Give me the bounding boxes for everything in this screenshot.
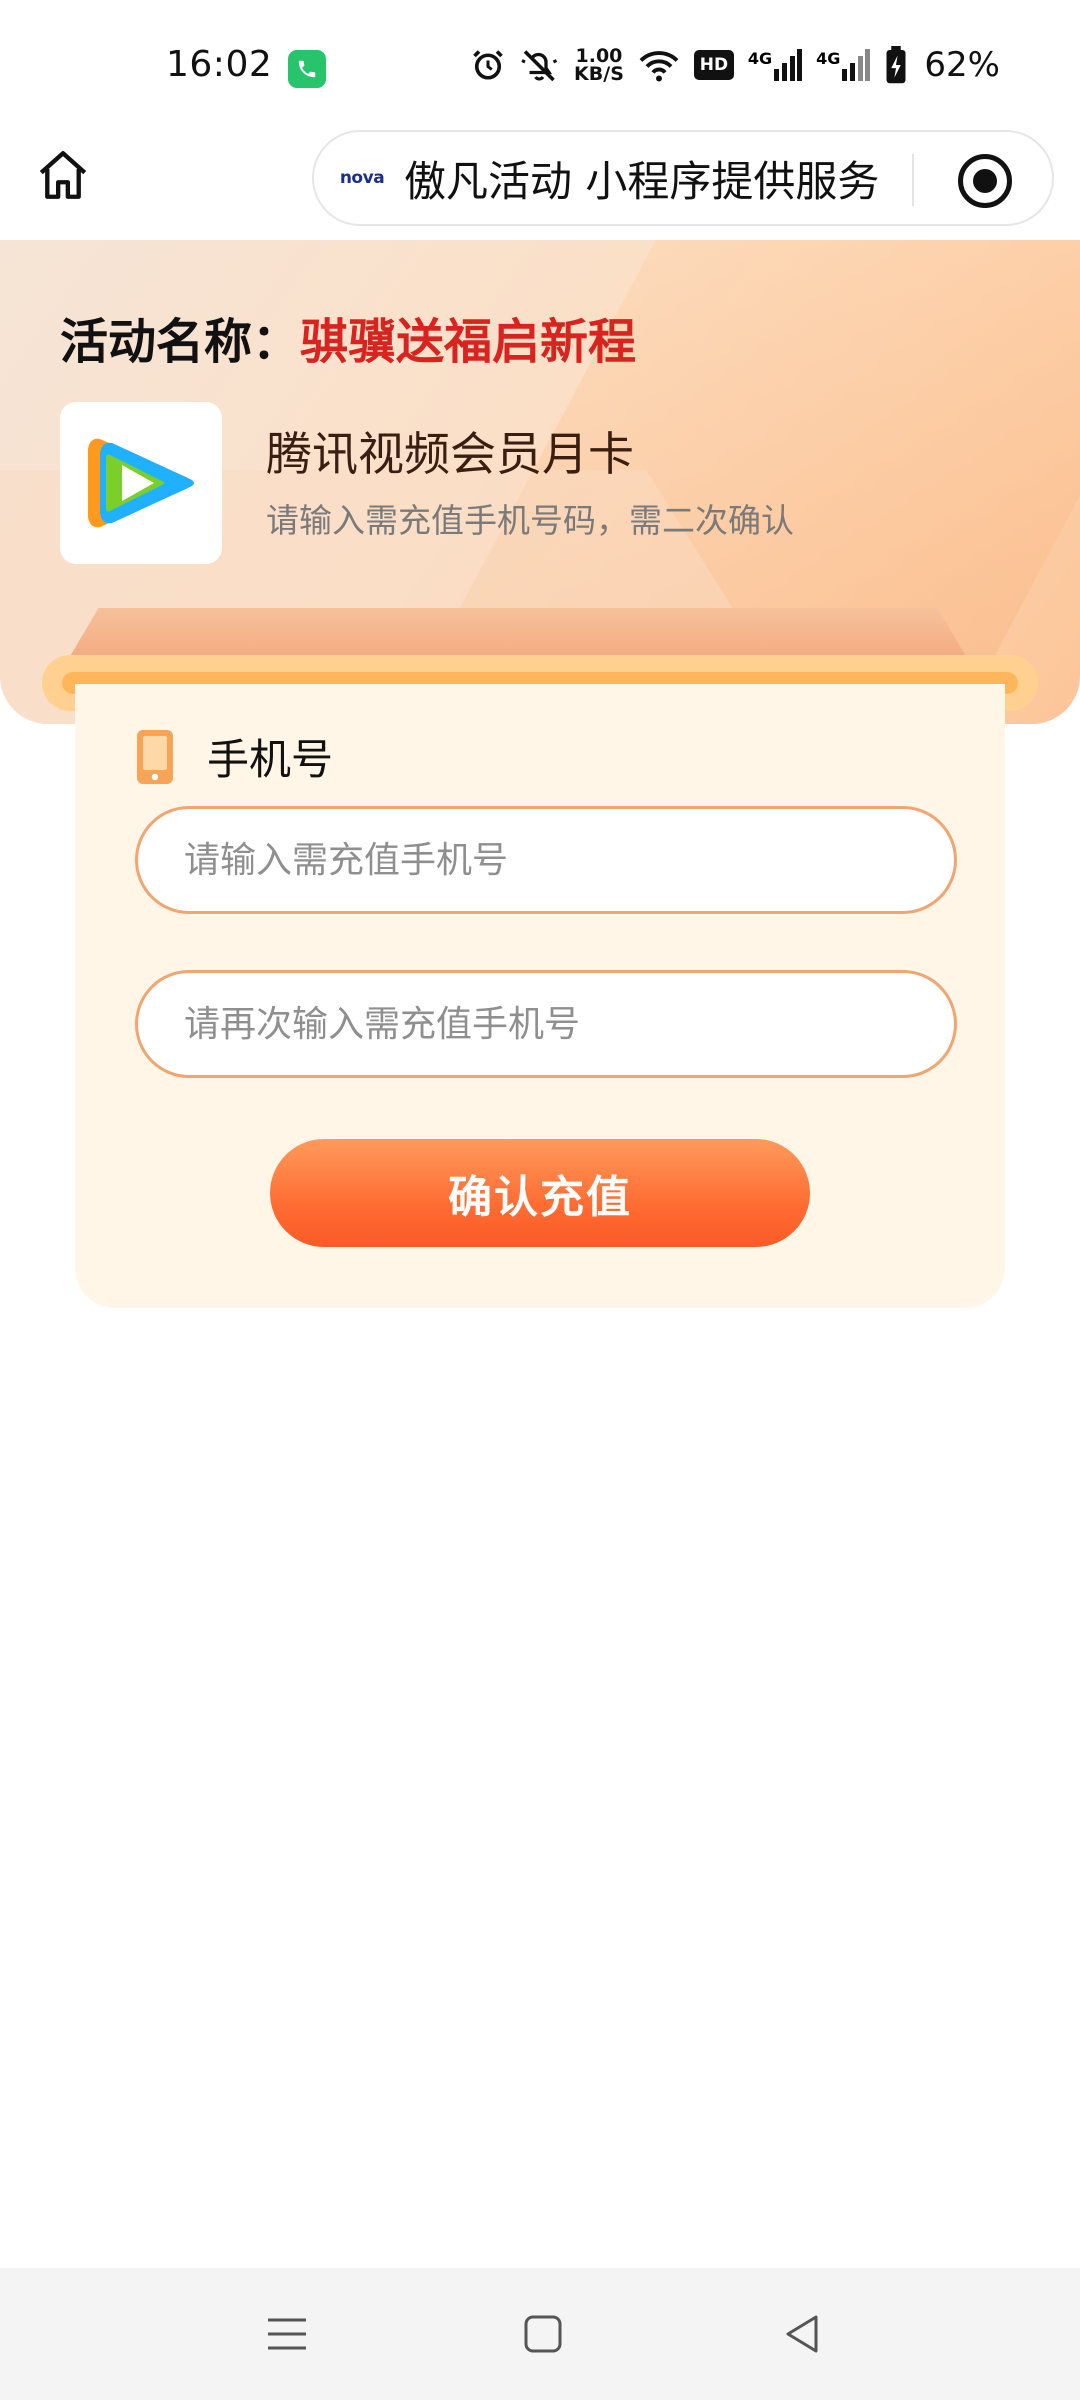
mute-bell-icon [520, 47, 560, 83]
hd-label: HD [699, 55, 729, 75]
square-home-icon [524, 2315, 562, 2353]
phone-section-header: 手机号 [137, 726, 333, 787]
battery-percent: 62% [924, 45, 1000, 85]
phone-confirm-input-field[interactable] [135, 970, 957, 1078]
back-button[interactable] [770, 2302, 834, 2366]
capsule-title: 傲凡活动 小程序提供服务 [404, 156, 880, 206]
status-time: 16:02 [166, 44, 273, 85]
signal-icon-2: 4G [816, 49, 871, 81]
battery-charging-icon [884, 46, 908, 84]
phone-input[interactable] [182, 838, 954, 882]
close-target-icon[interactable] [958, 154, 1012, 208]
status-icons: 1.00 KB/S HD 4G 4G 62% [470, 40, 1000, 90]
mini-program-capsule[interactable]: nova 傲凡活动 小程序提供服务 [312, 130, 1054, 226]
product-subtitle: 请输入需充值手机号码，需二次确认 [266, 501, 794, 540]
home-button[interactable] [30, 142, 96, 208]
alarm-icon [470, 47, 506, 83]
system-navigation-bar [0, 2268, 1080, 2400]
home-nav-button[interactable] [511, 2302, 575, 2366]
home-icon [39, 151, 87, 199]
back-triangle-icon [786, 2315, 818, 2353]
mobile-phone-icon [137, 729, 173, 784]
signal1-label: 4G [747, 49, 773, 68]
menu-button[interactable] [255, 2302, 319, 2366]
activity-title: 活动名称：骐骥送福启新程 [60, 302, 636, 372]
net-speed-unit: KB/S [574, 63, 624, 85]
phone-confirm-input[interactable] [182, 1002, 954, 1046]
phone-call-icon [288, 50, 326, 88]
activity-label: 活动名称： [60, 314, 301, 370]
signal2-label: 4G [816, 49, 841, 68]
tencent-video-logo [60, 402, 222, 564]
net-speed: 1.00 KB/S [574, 47, 624, 85]
wifi-icon [638, 47, 680, 83]
product-title: 腾讯视频会员月卡 [266, 427, 634, 481]
phone-label: 手机号 [207, 735, 334, 784]
menu-icon [268, 2318, 306, 2350]
capsule-divider [912, 154, 914, 206]
hd-icon: HD [693, 50, 734, 80]
signal-icon-1: 4G [747, 49, 803, 81]
mini-program-nav-bar: nova 傲凡活动 小程序提供服务 [0, 130, 1080, 240]
recharge-form-card: 手机号 确认充值 [75, 684, 1005, 1308]
status-bar: 16:02 1.00 KB/S HD 4G 4G 62% [0, 0, 1080, 130]
nova-logo: nova [339, 168, 385, 188]
confirm-recharge-button[interactable]: 确认充值 [270, 1139, 810, 1247]
activity-name: 骐骥送福启新程 [300, 314, 637, 370]
phone-input-field[interactable] [135, 806, 957, 914]
